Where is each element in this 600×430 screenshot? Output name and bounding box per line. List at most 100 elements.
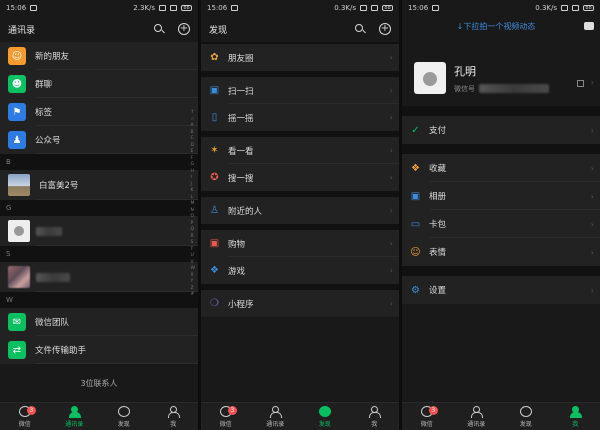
alphabet-letter[interactable]: S [191,240,195,245]
alphabet-letter[interactable]: D [191,143,195,148]
alphabet-letter[interactable]: L [191,195,195,200]
tab-discover[interactable]: 发现 [300,403,350,430]
alphabet-letter[interactable]: X [191,273,195,278]
discover-row-shake[interactable]: ▯ 摇一摇 › [201,104,399,131]
shake-icon: ▯ [211,112,218,123]
discover-row-mini-programs[interactable]: ❍ 小程序 › [201,290,399,317]
alphabet-letter[interactable]: Z [191,286,195,291]
chevron-right-icon: › [389,113,393,122]
row-label: 摇一摇 [228,113,254,124]
tab-me[interactable]: 我 [149,403,199,430]
group-icon: ☻ [8,75,26,93]
alphabet-letter[interactable]: N [191,208,195,213]
moments-icon: ✿ [210,52,219,63]
search-icon[interactable] [354,23,366,35]
contact-name: 文件传输助手 [35,346,87,356]
discover-row-search[interactable]: ✪ 搜一搜 › [201,164,399,191]
profile-card[interactable]: 孔明 微信号 › [402,50,600,106]
alphabet-letter[interactable]: E [191,149,195,154]
discover-row-shopping[interactable]: ▣ 购物 › [201,230,399,257]
tab-discover[interactable]: 发现 [501,403,551,430]
alphabet-letter[interactable]: C [191,136,195,141]
contact-row-group-chats[interactable]: ☻ 群聊 [0,70,198,98]
contact-avatar [8,220,30,242]
alphabet-letter[interactable]: M [191,201,195,206]
me-row-stickers[interactable]: ☺ 表情 › [402,238,600,266]
alphabet-letter[interactable]: H [191,169,195,174]
contact-row-official-accounts[interactable]: ♟ 公众号 [0,126,198,154]
alphabet-letter[interactable]: G [191,162,195,167]
qr-code-icon[interactable] [577,80,584,87]
compass-icon [117,405,130,417]
avatar[interactable] [414,62,446,94]
pay-icon: ✓ [411,124,420,136]
contact-row-g[interactable] [0,216,198,246]
favorites-icon: ❖ [411,162,420,174]
tab-contacts[interactable]: 通讯录 [251,403,301,430]
contact-row-wechat-team[interactable]: ✉ 微信团队 [0,308,198,336]
tab-discover[interactable]: 发现 [99,403,149,430]
row-label: 卡包 [429,220,447,230]
alphabet-letter[interactable]: T [191,247,195,252]
alphabet-index[interactable]: ↑ ☆ A B C D E F G H I J K L M N O P Q R S T U V W X Y Z # [191,110,195,297]
alphabet-letter[interactable]: ☆ [191,117,195,122]
row-label: 收藏 [429,164,447,174]
contact-row-baifumei[interactable]: 白富美2号 [0,170,198,200]
alphabet-letter[interactable]: P [191,221,195,226]
alphabet-letter[interactable]: O [191,214,195,219]
alphabet-letter[interactable]: R [191,234,195,239]
discover-row-nearby[interactable]: ♙ 附近的人 › [201,197,399,224]
me-row-settings[interactable]: ⚙ 设置 › [402,276,600,304]
discover-row-scan[interactable]: ▣ 扫一扫 › [201,77,399,104]
person-icon [368,405,382,418]
tab-chats[interactable]: 3 微信 [402,403,452,430]
profile-name: 孔明 [454,64,476,78]
tab-chats[interactable]: 3 微信 [0,403,50,430]
tab-me[interactable]: 我 [350,403,400,430]
chevron-right-icon: › [389,86,393,95]
wechat-team-icon: ✉ [8,313,26,331]
alphabet-letter[interactable]: W [191,266,195,271]
contact-row-new-friends[interactable]: ☺ 新的朋友 [0,42,198,70]
tab-contacts[interactable]: 通讯录 [452,403,502,430]
alphabet-letter[interactable]: U [191,253,195,258]
alphabet-letter[interactable]: Y [191,279,195,284]
alphabet-letter[interactable]: F [191,156,195,161]
contact-row-tags[interactable]: ⚑ 标签 [0,98,198,126]
alphabet-letter[interactable]: K [191,188,195,193]
tab-contacts[interactable]: 通讯录 [50,403,100,430]
status-time: 15:06 [408,4,429,12]
discover-row-games[interactable]: ❖ 游戏 › [201,257,399,284]
tab-label: 通讯录 [266,420,285,428]
network-speed: 0.3K/s [334,4,356,12]
tab-me[interactable]: 我 [551,403,600,430]
contact-row-file-transfer[interactable]: ⇄ 文件传输助手 [0,336,198,364]
network-speed: 0.3K/s [535,4,557,12]
discover-row-top-stories[interactable]: ✶ 看一看 › [201,137,399,164]
camera-icon[interactable] [584,22,594,30]
me-row-pay[interactable]: ✓ 支付 › [402,116,600,144]
settings-icon: ⚙ [411,284,420,296]
contact-row-s[interactable] [0,262,198,292]
search-icon[interactable] [153,23,165,35]
tab-chats[interactable]: 3 微信 [201,403,251,430]
row-label: 搜一搜 [228,173,254,184]
alphabet-letter[interactable]: I [191,175,195,180]
alphabet-letter[interactable]: V [191,260,195,265]
me-row-favorites[interactable]: ❖ 收藏 › [402,154,600,182]
alphabet-letter[interactable]: B [191,130,195,135]
alphabet-letter[interactable]: Q [191,227,195,232]
me-row-cards[interactable]: ▭ 卡包 › [402,210,600,238]
me-row-album[interactable]: ▣ 相册 › [402,182,600,210]
pulldown-hint[interactable]: ↓下拉拍一个视频动态 [402,16,600,50]
alphabet-letter[interactable]: # [191,292,195,297]
me-screen: 15:06 0.3K/s 88 ↓下拉拍一个视频动态 孔明 微信号 › ✓ 支付 › … [402,0,600,430]
add-icon[interactable]: + [178,23,190,35]
add-icon[interactable]: + [379,23,391,35]
discover-row-moments[interactable]: ✿ 朋友圈 › [201,44,399,71]
alphabet-letter[interactable]: J [191,182,195,187]
contact-avatar [8,266,30,288]
chevron-right-icon: › [389,266,393,275]
alphabet-letter[interactable]: A [191,123,195,128]
alphabet-letter[interactable]: ↑ [191,110,195,115]
